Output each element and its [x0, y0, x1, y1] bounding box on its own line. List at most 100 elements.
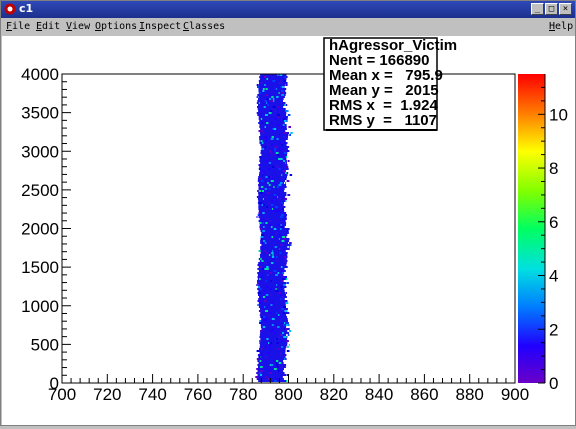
heat-cell — [261, 190, 264, 192]
heat-cell — [265, 94, 269, 96]
heat-cell — [267, 192, 270, 194]
heat-cell — [282, 380, 286, 382]
heat-cell — [264, 194, 266, 196]
y-tick-label: 3500 — [21, 104, 59, 123]
heat-cell — [259, 320, 261, 322]
heat-row — [259, 342, 288, 344]
window-title: c1 — [19, 2, 34, 15]
menu-edit[interactable]: Edit — [36, 21, 60, 32]
heat-cell — [260, 370, 263, 372]
heat-cell — [258, 302, 262, 304]
heat-cell — [273, 328, 275, 330]
heat-cell — [277, 316, 281, 318]
stats-box[interactable]: hAgressor_Victim Nent = 166890 Mean x = … — [323, 37, 457, 131]
heat-row — [257, 282, 287, 284]
heat-row — [257, 190, 285, 192]
close-button[interactable]: × — [559, 3, 572, 15]
menu-classes[interactable]: Classes — [183, 21, 225, 32]
heat-cell — [289, 242, 292, 244]
heat-cell — [281, 280, 284, 282]
heat-cell — [270, 156, 272, 158]
heat-cell — [283, 150, 287, 152]
heat-cell — [259, 374, 263, 376]
heat-cell — [272, 98, 275, 100]
heat-cell — [282, 236, 285, 238]
heat-cell — [286, 134, 289, 136]
title-bar[interactable]: c1 _ □ × — [1, 1, 575, 18]
heat-cell — [269, 288, 273, 290]
x-tick-label: 900 — [501, 385, 529, 404]
heat-row — [260, 134, 288, 136]
heat-cell — [280, 266, 283, 268]
heat-cell — [283, 284, 286, 286]
heat-cell — [273, 186, 275, 188]
heat-cell — [285, 324, 289, 326]
minimize-button[interactable]: _ — [531, 3, 544, 15]
heat-cell — [275, 274, 278, 276]
heat-cell — [269, 150, 271, 152]
heat-row — [258, 286, 287, 288]
heat-row — [258, 350, 286, 352]
heat-cell — [260, 130, 264, 132]
heat-cell — [285, 292, 287, 294]
x-tick-label: 800 — [274, 385, 302, 404]
heat-cell — [284, 310, 288, 312]
heat-cell — [258, 164, 262, 166]
maximize-button[interactable]: □ — [545, 3, 558, 15]
heat-row — [258, 284, 284, 286]
heat-cell — [287, 194, 291, 196]
menu-view[interactable]: View — [66, 21, 90, 32]
heat-cell — [283, 238, 286, 240]
heat-cell — [258, 102, 260, 104]
heat-cell — [281, 174, 283, 176]
heat-cell — [257, 292, 261, 294]
heat-cell — [288, 246, 290, 248]
heat-cell — [277, 210, 280, 212]
histogram-plot[interactable]: 700 720 740 760 780 800 820 840 860 880 900 050010… — [2, 36, 575, 425]
z-tick-label: 4 — [549, 267, 558, 286]
heat-row — [259, 168, 289, 170]
heat-cell — [264, 120, 266, 122]
heat-cell — [259, 266, 262, 268]
heat-cell — [264, 356, 268, 358]
heat-cell — [282, 272, 284, 274]
heat-cell — [285, 258, 287, 260]
heat-cell — [262, 212, 265, 214]
heat-cell — [281, 296, 285, 298]
heat-row — [257, 360, 284, 362]
z-tick-label: 0 — [549, 374, 558, 393]
heat-row — [259, 352, 286, 354]
heat-cell — [265, 286, 269, 288]
plot-canvas[interactable]: 700 720 740 760 780 800 820 840 860 880 900 0 500 10… — [2, 36, 575, 425]
heat-cell — [271, 302, 274, 304]
heat-row — [257, 114, 287, 116]
heat-cell — [256, 372, 259, 374]
heat-cell — [282, 208, 284, 210]
heat-cell — [268, 254, 271, 256]
heat-cell — [276, 232, 278, 234]
menu-inspect[interactable]: Inspect — [139, 21, 181, 32]
menu-help[interactable]: Help — [549, 21, 573, 32]
heat-cell — [277, 114, 280, 116]
heat-cell — [260, 258, 262, 260]
menu-options[interactable]: Options — [95, 21, 137, 32]
heat-row — [257, 100, 283, 102]
heat-cell — [262, 298, 264, 300]
heat-cell — [275, 290, 279, 292]
heat-cell — [265, 376, 267, 378]
heat-cell — [270, 138, 274, 140]
heat-row — [256, 102, 286, 104]
heat-cell — [285, 156, 288, 158]
heat-cell — [260, 242, 263, 244]
heat-cell — [278, 158, 281, 160]
heat-cell — [263, 320, 267, 322]
menu-file[interactable]: File — [6, 21, 30, 32]
heat-cell — [266, 338, 269, 340]
heat-row — [258, 176, 287, 178]
heat-cell — [270, 304, 273, 306]
heat-cell — [274, 148, 277, 150]
heat-row — [260, 164, 288, 166]
heat-row — [256, 196, 286, 198]
heat-cell — [271, 208, 273, 210]
heat-row — [260, 340, 288, 342]
